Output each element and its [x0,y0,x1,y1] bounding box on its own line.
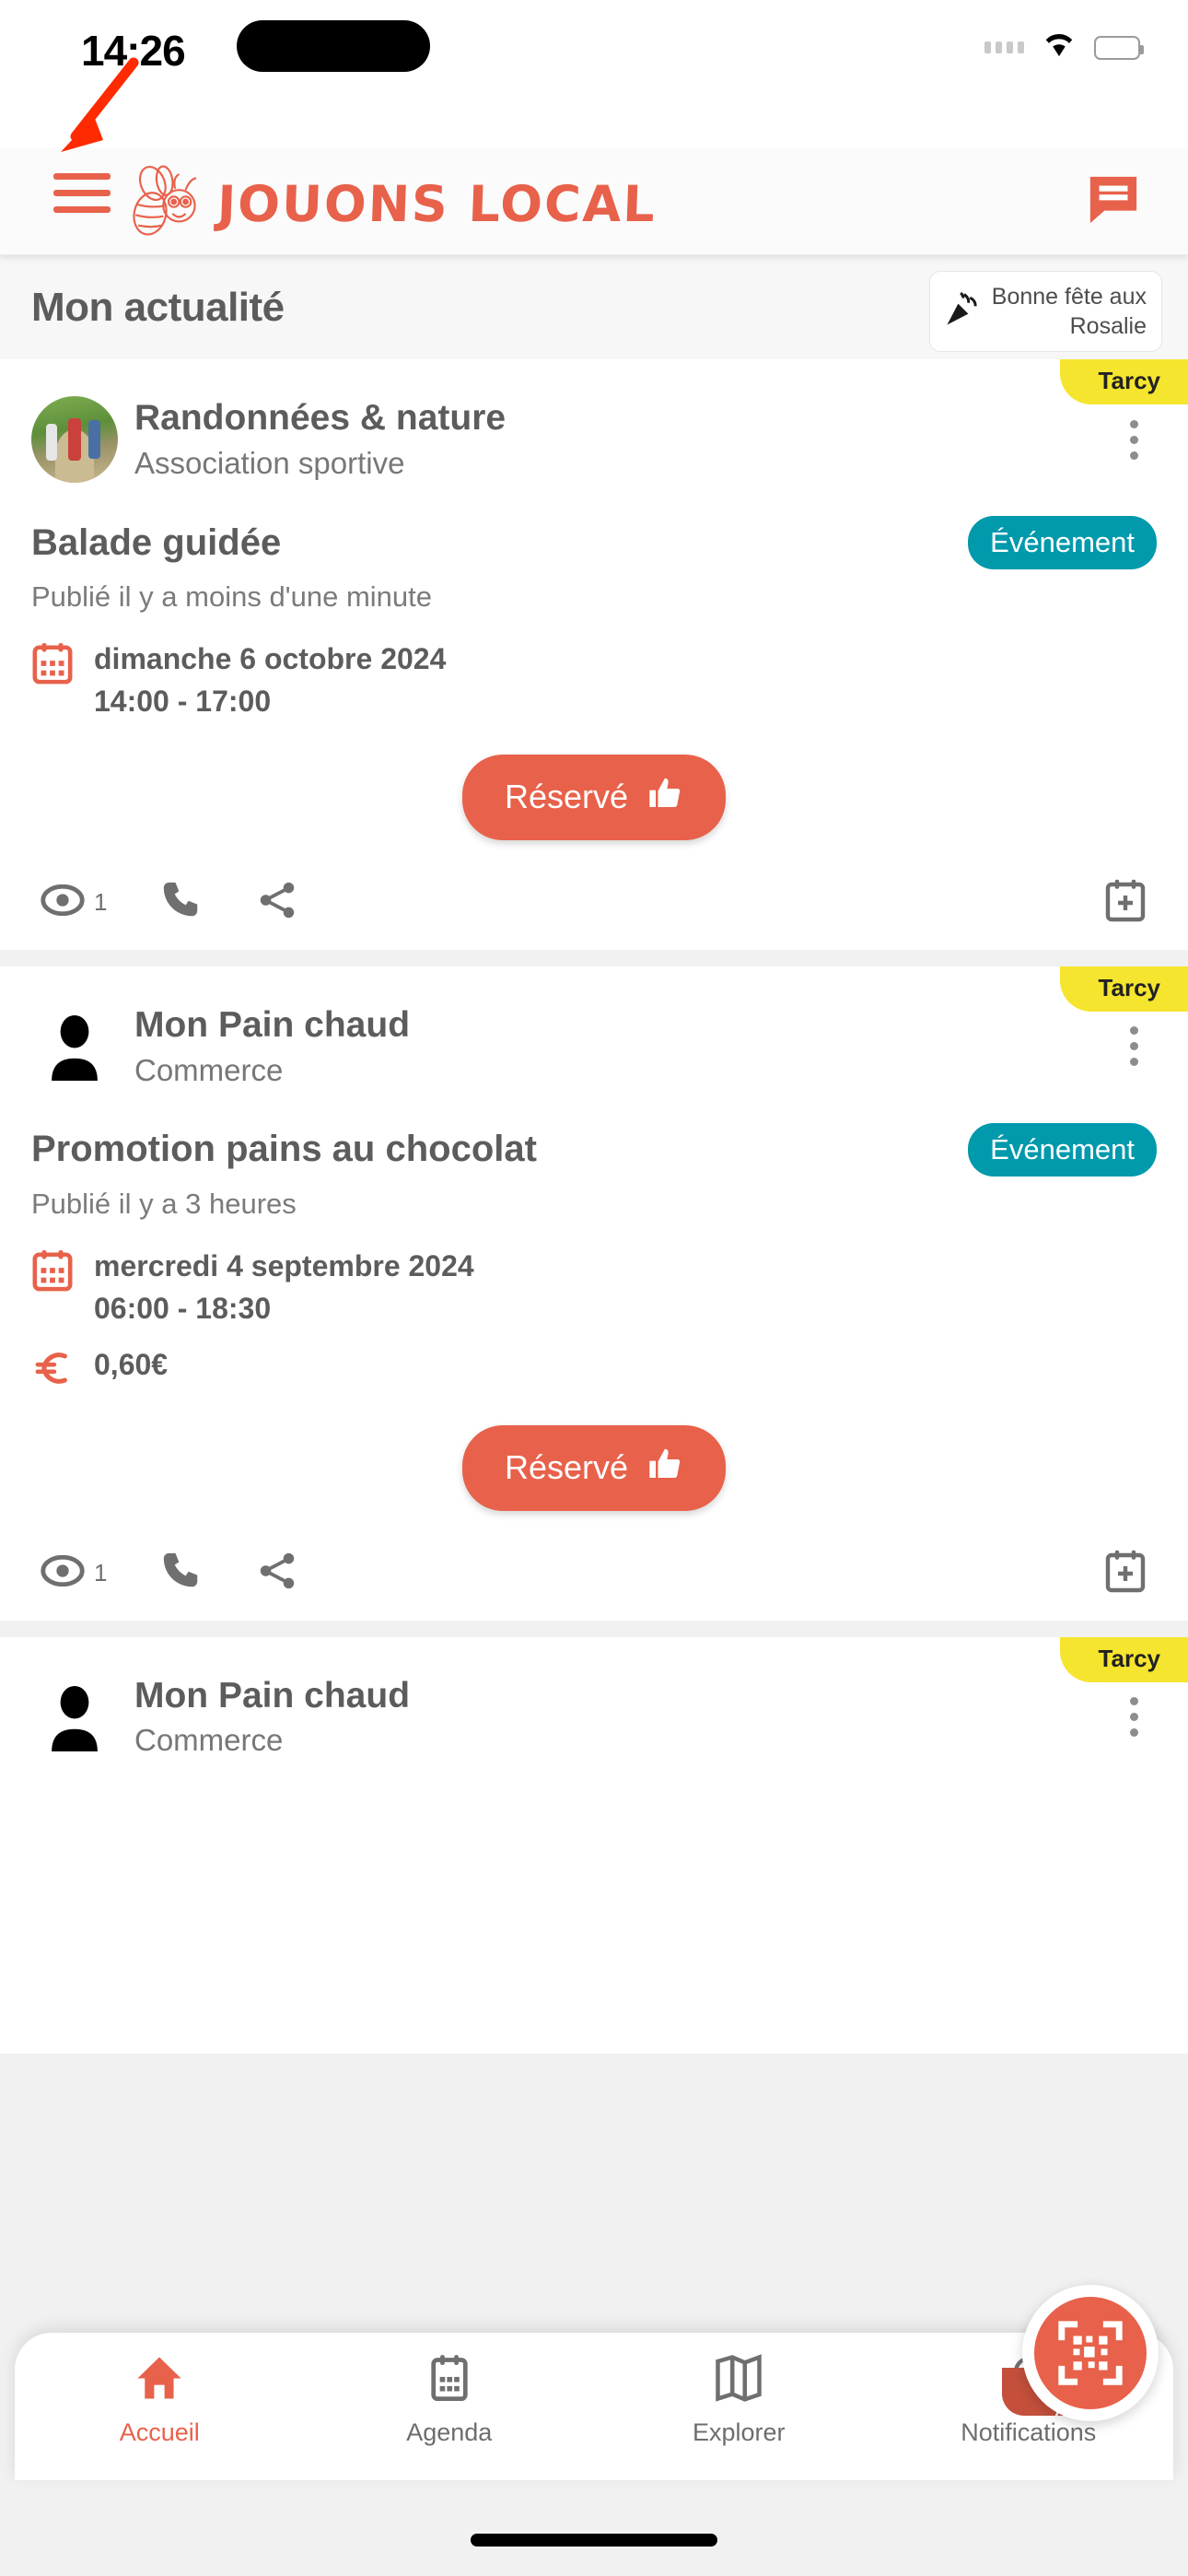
post-price-row: 0,60€ [0,1330,1188,1394]
status-indicators [984,31,1144,64]
views-action[interactable]: 1 [41,1554,108,1591]
phone-action[interactable] [160,879,203,926]
name-day-name: Rosalie [1069,313,1147,339]
share-icon [256,879,298,926]
thumbs-up-icon [646,1446,683,1491]
nav-item-explorer[interactable]: Explorer [594,2353,884,2447]
post-actions[interactable]: 1 [0,1511,1188,1598]
nav-item-agenda[interactable]: Agenda [305,2353,595,2447]
home-icon [134,2353,185,2407]
share-action[interactable] [256,879,298,926]
battery-icon [1094,35,1144,60]
post-org-row[interactable]: Mon Pain chaud Commerce [0,966,1188,1090]
post-time: 06:00 - 18:30 [94,1292,272,1326]
add-to-calendar-action[interactable] [1103,877,1147,928]
post-card[interactable]: Tarcy Mon Pain chaud Commerce [0,1636,1188,2054]
post-published: Publié il y a 3 heures [31,1187,297,1220]
post-card[interactable]: Tarcy Mon Pain chaud Commerce Promotion … [0,966,1188,1621]
status-badge: Événement [968,1122,1157,1177]
thumbs-up-icon [646,775,683,820]
share-action[interactable] [256,1550,298,1597]
calendar-add-icon [1103,1548,1147,1598]
eye-icon [41,1554,85,1591]
qr-code-icon[interactable] [1034,2297,1147,2409]
post-time: 14:00 - 17:00 [94,685,272,719]
phone-icon [160,879,203,926]
reserve-button[interactable]: Réservé [461,1424,727,1511]
status-bar: 14:26 [0,0,1188,147]
brand-title: JOUONS LOCAL [215,174,658,233]
name-day-prefix: Bonne fête aux [991,284,1147,310]
brand-logo[interactable]: JOUONS LOCAL [129,153,737,254]
views-action[interactable]: 1 [41,884,107,920]
post-datetime-row: dimanche 6 octobre 2024 14:00 - 17:00 [0,614,1188,723]
nav-label-agenda: Agenda [406,2418,493,2446]
org-type: Commerce [134,1723,284,1758]
reserve-button-label: Réservé [504,778,629,816]
reserve-button[interactable]: Réservé [461,754,727,840]
views-count: 1 [94,887,108,916]
post-date: dimanche 6 octobre 2024 [94,642,447,675]
calendar-icon [31,1245,74,1297]
map-icon [713,2353,764,2407]
calendar-icon [31,638,74,690]
hamburger-menu-icon[interactable] [53,173,111,213]
qr-scan-fab[interactable]: Actualité [1002,2285,1159,2424]
post-date: mercredi 4 septembre 2024 [94,1248,474,1282]
wifi-icon [1041,31,1077,64]
org-name: Mon Pain chaud [134,1004,411,1045]
post-title: Promotion pains au chocolat [31,1129,537,1170]
avatar[interactable] [31,1003,118,1090]
org-type: Association sportive [134,445,405,480]
bee-logo-icon [129,164,208,243]
reserve-button-label: Réservé [504,1448,629,1487]
bottom-navigation[interactable]: Accueil Agenda Explorer 1 [15,2333,1173,2480]
phone-icon [160,1550,203,1597]
name-day-card[interactable]: Bonne fête aux Rosalie [928,271,1162,352]
nav-item-accueil[interactable]: Accueil [15,2353,305,2447]
org-name: Randonnées & nature [134,398,507,439]
page-title: Mon actualité [31,284,285,330]
home-indicator [471,2534,717,2547]
post-published: Publié il y a moins d'une minute [31,580,432,613]
post-actions[interactable]: 1 [0,840,1188,928]
calendar-add-icon [1103,877,1147,928]
dynamic-island [237,20,430,72]
app-header: JOUONS LOCAL [0,147,1188,255]
location-tag: Tarcy [1059,1636,1188,1682]
phone-action[interactable] [160,1550,203,1597]
location-tag: Tarcy [1059,359,1188,404]
post-card[interactable]: Tarcy Randonnées & nature Association sp… [0,359,1188,950]
kebab-menu-icon[interactable] [1117,411,1151,469]
nav-label-accueil: Accueil [119,2418,200,2446]
post-datetime-row: mercredi 4 septembre 2024 06:00 - 18:30 [0,1221,1188,1330]
post-org-row[interactable]: Randonnées & nature Association sportive [0,359,1188,483]
nav-label-explorer: Explorer [692,2418,786,2446]
party-popper-icon [942,289,983,334]
org-type: Commerce [134,1052,284,1087]
post-price: 0,60€ [94,1347,169,1381]
kebab-menu-icon[interactable] [1117,1688,1151,1746]
share-icon [256,1550,298,1597]
euro-icon [31,1343,74,1394]
add-to-calendar-action[interactable] [1103,1548,1147,1598]
kebab-menu-icon[interactable] [1117,1017,1151,1075]
post-org-row[interactable]: Mon Pain chaud Commerce [0,1637,1188,1761]
phone-screen: 14:26 JOUONS LOCAL Mon actualité Bonne f… [0,0,1188,2576]
post-title: Balade guidée [31,521,282,563]
signal-dots-icon [984,41,1024,53]
views-count: 1 [94,1558,108,1587]
avatar[interactable] [31,396,118,483]
chat-bubble-icon[interactable] [1085,173,1142,231]
status-badge: Événement [968,516,1157,569]
calendar-icon [425,2353,473,2407]
avatar[interactable] [31,1674,118,1761]
status-time: 14:26 [81,27,186,75]
location-tag: Tarcy [1059,966,1188,1012]
section-header: Mon actualité Bonne fête aux Rosalie [0,255,1188,359]
org-name: Mon Pain chaud [134,1675,411,1715]
news-feed[interactable]: Tarcy Randonnées & nature Association sp… [0,359,1188,2576]
eye-icon [41,884,85,920]
